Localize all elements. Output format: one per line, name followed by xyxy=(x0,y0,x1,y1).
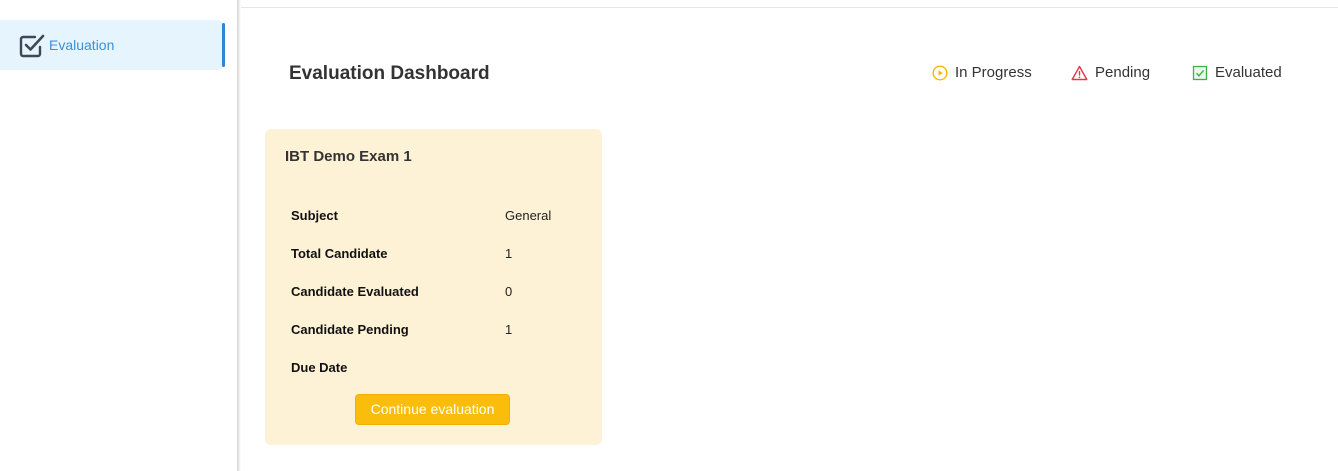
field-label: Candidate Evaluated xyxy=(291,284,419,299)
field-label: Subject xyxy=(291,208,338,223)
field-label: Due Date xyxy=(291,360,348,375)
field-value: 1 xyxy=(505,322,513,337)
card-title: IBT Demo Exam 1 xyxy=(285,148,412,165)
app: Evaluation Evaluation Dashboard In Progr… xyxy=(0,0,1338,471)
legend-evaluated: Evaluated xyxy=(1192,64,1282,81)
sidebar-item-label: Evaluation xyxy=(49,37,115,53)
card-field-candidate-pending: Candidate Pending 1 xyxy=(291,322,591,340)
legend-label: Evaluated xyxy=(1215,64,1282,81)
field-label: Candidate Pending xyxy=(291,322,409,337)
checkbox-check-icon xyxy=(1192,65,1208,81)
top-divider xyxy=(241,7,1338,8)
card-field-total-candidate: Total Candidate 1 xyxy=(291,246,591,264)
warning-triangle-icon xyxy=(1071,65,1088,81)
exam-card: IBT Demo Exam 1 Subject General Total Ca… xyxy=(265,129,602,445)
field-value: General xyxy=(505,208,552,223)
field-value: 1 xyxy=(505,246,513,261)
legend-label: In Progress xyxy=(955,64,1032,81)
field-label: Total Candidate xyxy=(291,246,388,261)
card-field-subject: Subject General xyxy=(291,208,591,226)
checkbox-check-icon xyxy=(18,33,46,59)
page-title: Evaluation Dashboard xyxy=(289,63,490,84)
card-field-candidate-evaluated: Candidate Evaluated 0 xyxy=(291,284,591,302)
sidebar-item-evaluation[interactable]: Evaluation xyxy=(0,20,225,70)
sidebar: Evaluation xyxy=(0,0,237,471)
card-field-due-date: Due Date xyxy=(291,360,591,378)
play-circle-icon xyxy=(932,64,948,81)
legend-pending: Pending xyxy=(1071,64,1150,81)
field-value: 0 xyxy=(505,284,513,299)
continue-evaluation-button[interactable]: Continue evaluation xyxy=(355,394,510,425)
legend-in-progress: In Progress xyxy=(932,64,1032,81)
legend-label: Pending xyxy=(1095,64,1151,81)
sidebar-divider xyxy=(237,0,241,471)
